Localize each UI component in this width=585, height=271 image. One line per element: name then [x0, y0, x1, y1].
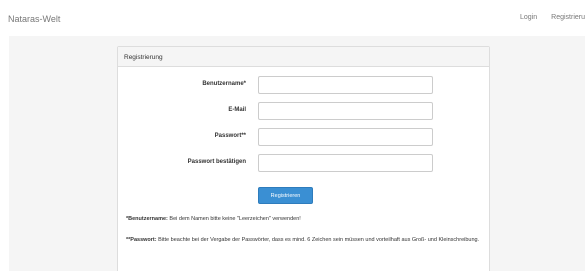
username-input[interactable] — [258, 76, 433, 94]
register-link[interactable]: Registrieru — [551, 14, 585, 21]
email-input[interactable] — [258, 102, 433, 120]
password-note-term: **Passwort: — [126, 237, 157, 243]
page-content: Registrierung Benutzername* E-Mail Passw… — [9, 36, 585, 271]
top-navbar: Nataras-Welt Login Registrieru — [0, 0, 585, 36]
password-row: Passwort** — [118, 128, 489, 146]
brand-link[interactable]: Nataras-Welt — [8, 14, 60, 24]
registration-panel: Registrierung Benutzername* E-Mail Passw… — [117, 46, 490, 271]
username-note-text: Bei dem Namen bitte keine "Leerzeichen" … — [167, 216, 301, 222]
password-input[interactable] — [258, 128, 433, 146]
password-label: Passwort** — [214, 133, 246, 139]
nav-links: Login Registrieru — [520, 14, 585, 21]
email-label: E-Mail — [228, 107, 246, 113]
username-label: Benutzername* — [202, 81, 246, 87]
username-row: Benutzername* — [118, 76, 489, 94]
password-note-text: Bitte beachte bei der Vergabe der Passwö… — [156, 237, 480, 243]
password-confirm-input[interactable] — [258, 154, 433, 172]
username-note: *Benutzername: Bei dem Namen bitte keine… — [126, 215, 486, 224]
password-confirm-label: Passwort bestätigen — [187, 159, 246, 165]
email-row: E-Mail — [118, 102, 489, 120]
username-note-term: *Benutzername: — [126, 216, 168, 222]
password-confirm-row: Passwort bestätigen — [118, 154, 489, 172]
password-note: **Passwort: Bitte beachte bei der Vergab… — [126, 236, 486, 245]
panel-title: Registrierung — [118, 47, 489, 67]
login-link[interactable]: Login — [520, 14, 537, 21]
register-button[interactable]: Registrieren — [258, 187, 313, 204]
